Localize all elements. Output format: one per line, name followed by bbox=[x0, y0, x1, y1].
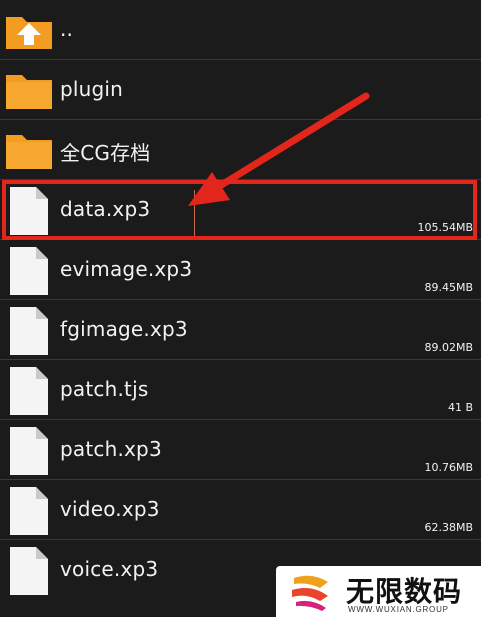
list-item-file[interactable]: video.xp3 62.38MB bbox=[0, 480, 481, 540]
list-item-file[interactable]: patch.tjs 41 B bbox=[0, 360, 481, 420]
file-name: patch.xp3 bbox=[60, 437, 162, 461]
file-name: fgimage.xp3 bbox=[60, 317, 188, 341]
list-item-file[interactable]: patch.xp3 10.76MB bbox=[0, 420, 481, 480]
file-icon bbox=[4, 425, 54, 477]
list-item-file[interactable]: evimage.xp3 89.45MB bbox=[0, 240, 481, 300]
folder-icon bbox=[4, 65, 54, 115]
file-name: data.xp3 bbox=[60, 197, 151, 221]
file-name: evimage.xp3 bbox=[60, 257, 193, 281]
file-icon bbox=[4, 185, 54, 237]
file-size: 10.76MB bbox=[424, 461, 473, 474]
file-size: 89.45MB bbox=[424, 281, 473, 294]
file-name: plugin bbox=[60, 77, 124, 101]
file-name: video.xp3 bbox=[60, 497, 160, 521]
file-icon bbox=[4, 365, 54, 417]
list-item-folder[interactable]: plugin bbox=[0, 60, 481, 120]
file-name: .. bbox=[60, 17, 74, 41]
watermark-subtitle: WWW.WUXIAN.GROUP bbox=[348, 605, 449, 614]
list-item-parent-folder[interactable]: .. bbox=[0, 0, 481, 60]
file-size: 41 B bbox=[447, 401, 473, 414]
watermark-title: 无限数码 bbox=[346, 575, 463, 608]
list-item-file[interactable]: fgimage.xp3 89.02MB bbox=[0, 300, 481, 360]
folder-up-icon bbox=[4, 5, 54, 55]
list-item-file[interactable]: data.xp3 105.54MB bbox=[0, 180, 481, 240]
file-icon bbox=[4, 485, 54, 537]
watermark-logo-icon bbox=[290, 572, 334, 616]
file-size: 105.54MB bbox=[417, 221, 473, 234]
file-name: patch.tjs bbox=[60, 377, 149, 401]
file-name: voice.xp3 bbox=[60, 557, 159, 581]
file-name: 全CG存档 bbox=[60, 141, 151, 165]
watermark: 无限数码 WWW.WUXIAN.GROUP bbox=[276, 566, 481, 617]
file-size: 62.38MB bbox=[424, 521, 473, 534]
file-icon bbox=[4, 305, 54, 357]
folder-icon bbox=[4, 125, 54, 175]
file-icon bbox=[4, 245, 54, 297]
list-item-folder[interactable]: 全CG存档 bbox=[0, 120, 481, 180]
file-icon bbox=[4, 545, 54, 597]
file-size: 89.02MB bbox=[424, 341, 473, 354]
text-cursor bbox=[194, 190, 195, 236]
